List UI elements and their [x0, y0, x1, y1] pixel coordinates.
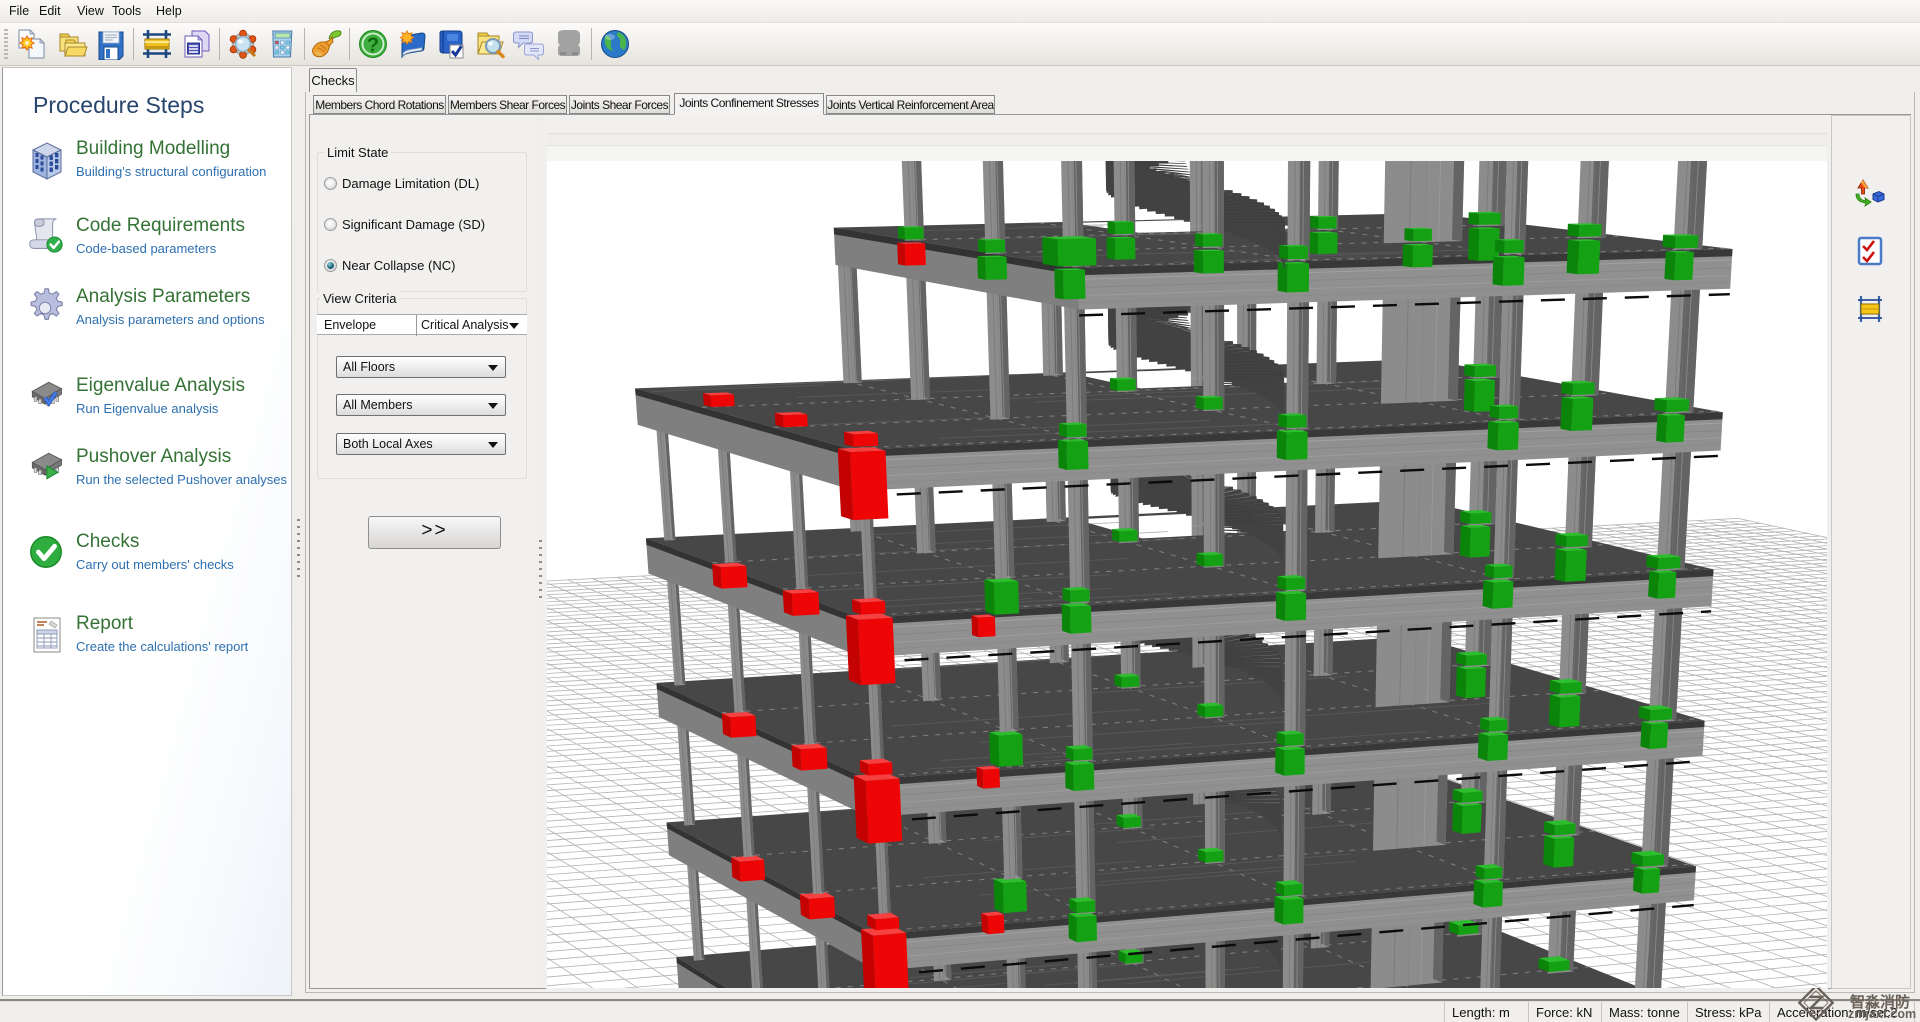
svg-text:?: ?	[367, 35, 379, 57]
